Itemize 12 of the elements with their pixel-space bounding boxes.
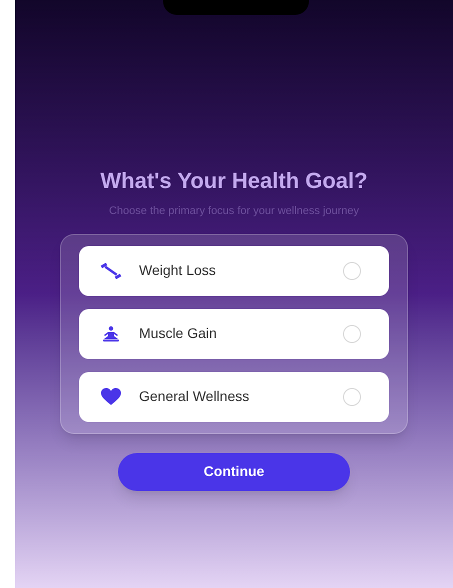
radio-button[interactable] [343,324,361,342]
goal-option[interactable]: Muscle Gain [79,308,389,358]
goal-option[interactable]: General Wellness [79,372,389,422]
meditation-icon [102,326,120,342]
goal-option[interactable]: Weight Loss [79,246,389,296]
heart-icon [101,388,121,405]
dumbbell-icon [100,262,122,278]
radio-button[interactable] [343,388,361,406]
continue-button[interactable]: Continue [118,452,350,490]
page-subtitle: Choose the primary focus for your wellness journey [108,204,360,219]
radio-button[interactable] [343,262,361,280]
page-title: What's Your Health Goal? [100,167,368,195]
